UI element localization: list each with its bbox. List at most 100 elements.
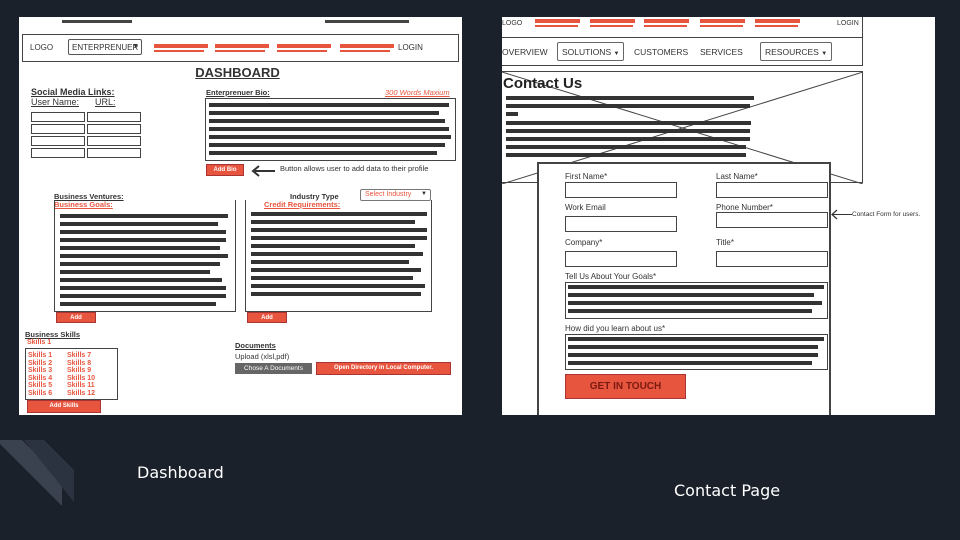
goals-textarea[interactable] [565,282,828,319]
text-line [506,153,746,157]
contact-title: Contact Us [503,75,583,92]
text-line [60,286,226,290]
skill-item[interactable]: Skills 1 [28,352,52,360]
text-line [568,301,822,305]
nav-resources[interactable]: RESOURCES ▼ [760,42,833,61]
text-line [506,96,754,100]
add-goals-button[interactable]: Add [56,312,96,323]
goals-textarea[interactable] [54,200,236,312]
text-line [506,137,750,141]
username-input[interactable] [31,124,85,134]
skill-item[interactable]: Skills 2 [28,360,52,368]
text-line [60,230,226,234]
url-input[interactable] [87,148,141,158]
nav-link-placeholder[interactable] [755,19,800,23]
text-line [60,262,220,266]
skill-item[interactable]: Skills 9 [67,367,95,375]
text-line [506,112,518,116]
last-name-field[interactable] [716,182,828,198]
add-credit-button[interactable]: Add [247,312,287,323]
text-line [251,244,415,248]
nav-customers[interactable]: CUSTOMERS [634,47,688,57]
nav-link-placeholder[interactable] [535,19,580,23]
nav-link-placeholder[interactable] [700,19,745,23]
chevron-down-icon: ▼ [821,51,828,57]
nav-link-underline [700,25,743,27]
choose-document-button[interactable]: Chose A Documents [235,363,312,374]
dashboard-caption: Dashboard [137,463,224,482]
username-input[interactable] [31,112,85,122]
text-line [251,276,413,280]
chevron-down-icon: ▼ [613,51,620,57]
login-link[interactable]: LOGIN [398,43,423,52]
skill-item[interactable]: Skills 7 [67,352,95,360]
arrow-head-icon [831,209,838,220]
bio-note: Button allows user to add data to their … [280,164,429,173]
username-input[interactable] [31,148,85,158]
contact-top-navbar: LOGO LOGIN [502,17,863,38]
url-input[interactable] [87,136,141,146]
text-line [251,260,409,264]
work-email-field[interactable] [565,216,677,232]
nav-link-placeholder[interactable] [590,19,635,23]
text-line [60,278,222,282]
phone-field[interactable] [716,212,828,228]
contact-main-navbar: OVERVIEW SOLUTIONS ▼ CUSTOMERS SERVICES … [502,38,863,66]
skill-item[interactable]: Skills 8 [67,360,95,368]
first-name-field[interactable] [565,182,677,198]
company-field[interactable] [565,251,677,267]
skill-item[interactable]: Skills 4 [28,375,52,383]
text-line [568,337,824,341]
form-annotation: Contact Form for users. [852,211,921,218]
text-line [568,309,812,313]
nav-overview[interactable]: OVERVIEW [502,47,548,57]
text-line [209,135,451,139]
nav-link-underline [215,50,265,52]
credit-textarea[interactable] [245,200,432,312]
company-label: Company* [565,238,603,247]
skill-item[interactable]: Skills 12 [67,390,95,398]
skill-item[interactable]: Skills 6 [28,390,52,398]
nav-solutions[interactable]: SOLUTIONS ▼ [557,42,625,61]
add-skills-button[interactable]: Add Skills [27,400,101,413]
get-in-touch-button[interactable]: GET IN TOUCH [565,374,686,399]
phone-label: Phone Number* [716,203,773,212]
text-line [209,119,445,123]
skill-item[interactable]: Skills 5 [28,382,52,390]
nav-services[interactable]: SERVICES [700,47,743,57]
text-line [568,293,814,297]
social-heading: Social Media Links: [31,87,115,97]
skill-item[interactable]: Skills 3 [28,367,52,375]
title-field[interactable] [716,251,828,267]
contact-caption: Contact Page [674,481,781,500]
nav-link-underline [644,25,687,27]
text-line [209,127,449,131]
nav-link-underline [340,50,390,52]
text-line [506,145,746,149]
learn-textarea[interactable] [565,334,828,370]
skill-item[interactable]: Skills 11 [67,382,95,390]
role-select[interactable]: ENTERPRENUER ▼ [68,39,142,55]
url-input[interactable] [87,124,141,134]
text-line [60,246,220,250]
top-divider [62,20,132,23]
text-line [60,294,226,298]
username-input[interactable] [31,136,85,146]
bio-textarea[interactable] [205,98,456,161]
arrow-head-icon [251,165,260,177]
open-directory-button[interactable]: Open Directory in Local Computer. [316,362,451,375]
nav-link-placeholder[interactable] [154,44,208,48]
learn-label: How did you learn about us* [565,324,666,333]
logo: LOGO [502,20,523,27]
url-input[interactable] [87,112,141,122]
logo: LOGO [30,43,54,52]
skill-item[interactable]: Skills 10 [67,375,95,383]
add-bio-button[interactable]: Add Bio [206,164,244,176]
text-line [568,361,812,365]
upload-hint: Upload (xlsl,pdf) [235,352,290,361]
nav-link-placeholder[interactable] [644,19,689,23]
nav-link-placeholder[interactable] [340,44,394,48]
nav-link-placeholder[interactable] [215,44,269,48]
nav-link-placeholder[interactable] [277,44,331,48]
login-link[interactable]: LOGIN [837,20,859,27]
